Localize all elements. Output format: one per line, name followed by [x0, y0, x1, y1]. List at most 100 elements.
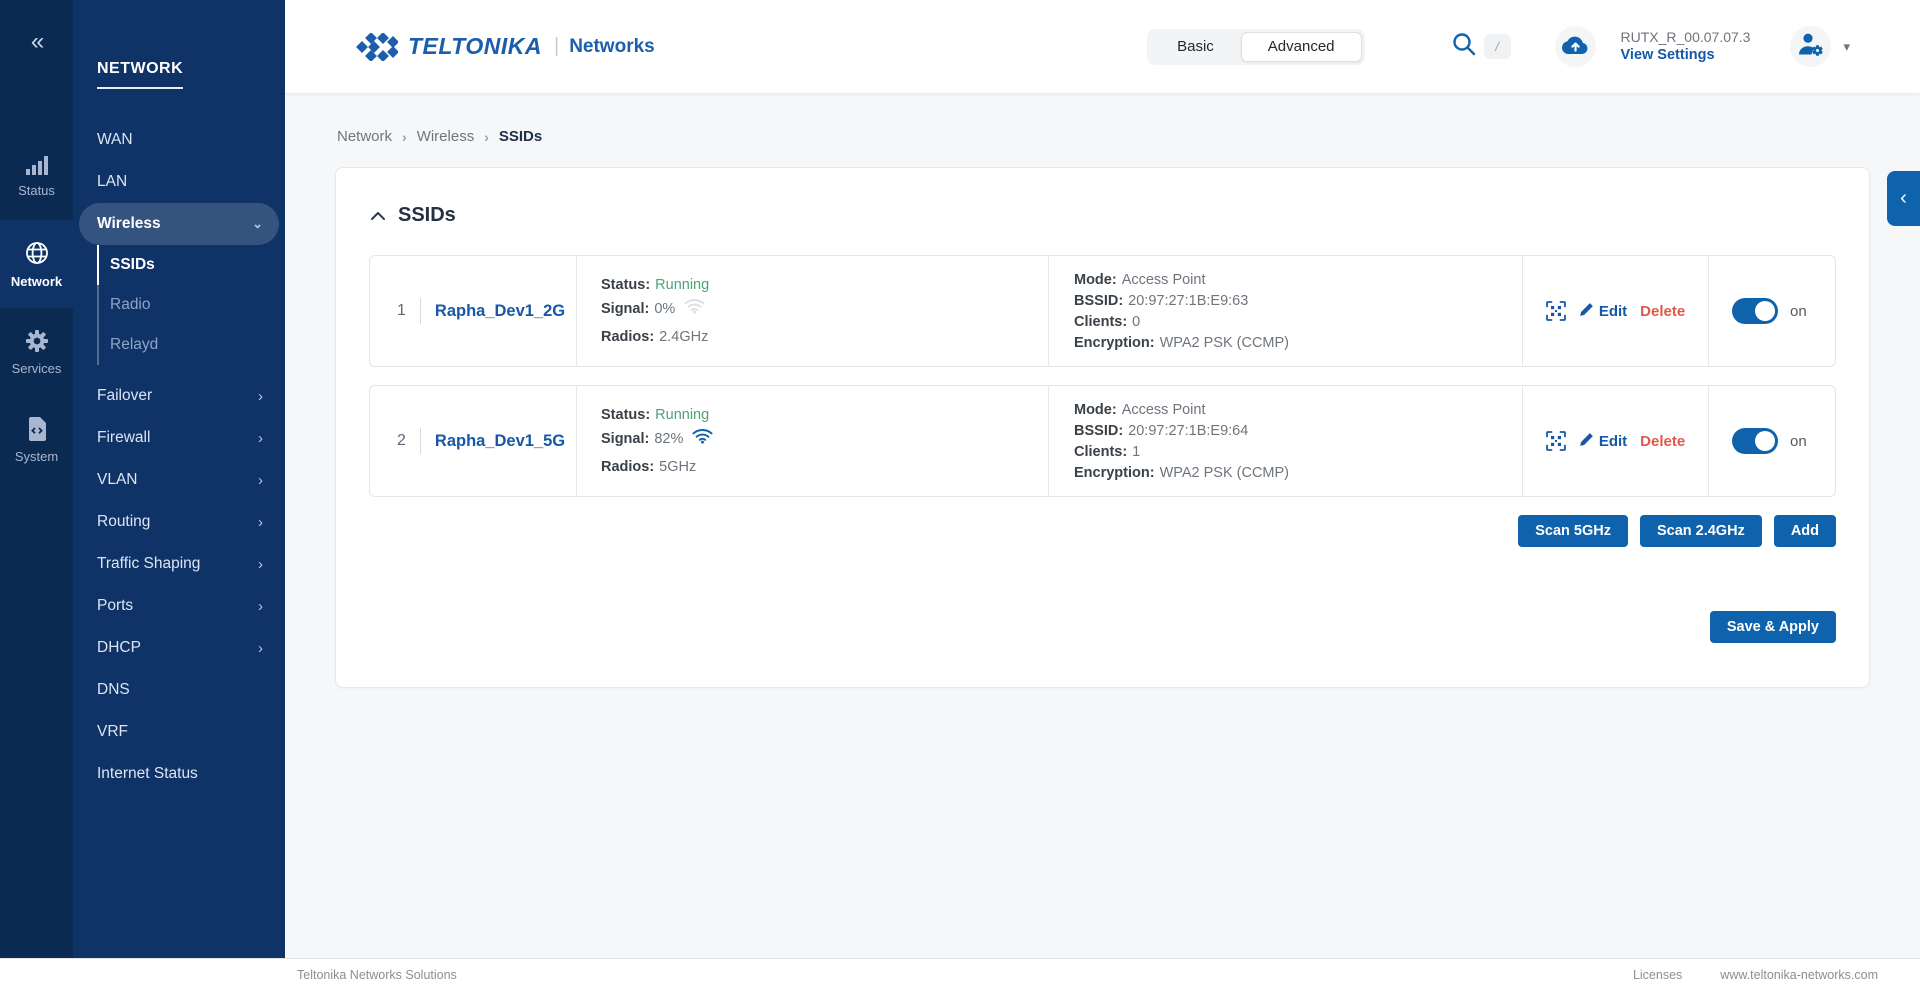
clients-value: 0: [1132, 312, 1140, 332]
icon-rail: « Status: [0, 0, 73, 958]
side-panel-toggle[interactable]: ‹: [1887, 171, 1920, 226]
rail-item-status[interactable]: Status: [0, 132, 73, 220]
scan-5ghz-button[interactable]: Scan 5GHz: [1518, 515, 1628, 547]
chevron-right-icon: ›: [484, 129, 489, 145]
rail-label-status: Status: [18, 183, 55, 198]
scan-24ghz-button[interactable]: Scan 2.4GHz: [1640, 515, 1762, 547]
radios-label: Radios:: [601, 457, 654, 477]
chevron-right-icon: ›: [258, 472, 263, 489]
row-index: 1: [397, 302, 406, 320]
status-value: Running: [655, 275, 709, 295]
pencil-icon: [1579, 302, 1594, 321]
view-settings-link[interactable]: View Settings: [1621, 46, 1751, 64]
ssid-name-link[interactable]: Rapha_Dev1_5G: [435, 432, 565, 451]
rail-item-services[interactable]: Services: [0, 308, 73, 396]
ssid-name-link[interactable]: Rapha_Dev1_2G: [435, 302, 565, 321]
save-apply-button[interactable]: Save & Apply: [1710, 611, 1836, 643]
rail-item-network[interactable]: Network: [0, 220, 73, 308]
network-sidebar: NETWORK WAN LAN Wireless ⌄ SSIDs Radio R…: [73, 0, 285, 958]
ssid-enable-toggle[interactable]: [1732, 428, 1778, 454]
breadcrumb-network[interactable]: Network: [337, 128, 392, 145]
licenses-link[interactable]: Licenses: [1633, 968, 1682, 982]
search-shortcut-hint: /: [1484, 34, 1511, 59]
encryption-value: WPA2 PSK (CCMP): [1160, 463, 1289, 483]
cloud-upload-icon: [1562, 34, 1589, 60]
sidebar-item-firewall[interactable]: Firewall›: [73, 417, 285, 459]
sidebar-item-ports[interactable]: Ports›: [73, 585, 285, 627]
sidebar-item-radio[interactable]: Radio: [97, 285, 285, 325]
ssid-row: 1 Rapha_Dev1_2G Status: Running Signal: …: [369, 255, 1836, 367]
sidebar-item-wan[interactable]: WAN: [73, 119, 285, 161]
collapse-sidebar-button[interactable]: «: [0, 0, 73, 84]
rail-label-services: Services: [12, 361, 62, 376]
sidebar-item-relayd[interactable]: Relayd: [97, 325, 285, 365]
bssid-label: BSSID:: [1074, 291, 1123, 311]
edit-button[interactable]: Edit: [1579, 432, 1627, 451]
ssids-section-header[interactable]: SSIDs: [371, 204, 1836, 227]
radios-value: 2.4GHz: [659, 327, 708, 347]
sidebar-item-ssids[interactable]: SSIDs: [97, 245, 285, 285]
chevron-down-icon: ⌄: [252, 216, 263, 232]
sidebar-item-lan[interactable]: LAN: [73, 161, 285, 203]
globe-icon: [23, 239, 51, 267]
toggle-state-label: on: [1790, 433, 1807, 450]
footer-brand-text: Teltonika Networks Solutions: [297, 968, 457, 982]
qr-code-button[interactable]: [1546, 301, 1566, 321]
rms-cloud-button[interactable]: [1555, 26, 1596, 67]
rail-label-system: System: [15, 449, 58, 464]
sidebar-item-vrf[interactable]: VRF: [73, 711, 285, 753]
website-link[interactable]: www.teltonika-networks.com: [1720, 968, 1878, 982]
mode-toggle: Basic Advanced: [1147, 29, 1364, 65]
top-header: TELTONIKA | Networks Basic Advanced: [285, 0, 1920, 94]
chevron-right-icon: ›: [258, 598, 263, 615]
mode-value: Access Point: [1122, 400, 1206, 420]
user-menu-button[interactable]: [1790, 26, 1831, 67]
rail-item-system[interactable]: System: [0, 396, 73, 484]
page-footer: Teltonika Networks Solutions Licenses ww…: [0, 958, 1920, 991]
divider: [420, 298, 421, 324]
sidebar-item-internet-status[interactable]: Internet Status: [73, 753, 285, 795]
teltonika-logo: TELTONIKA | Networks: [352, 33, 655, 61]
sidebar-item-routing[interactable]: Routing›: [73, 501, 285, 543]
signal-value: 0%: [654, 299, 675, 319]
page-content: ‹ Network › Wireless › SSIDs SSIDs: [285, 94, 1920, 958]
signal-value: 82%: [654, 429, 683, 449]
sidebar-item-dns[interactable]: DNS: [73, 669, 285, 711]
breadcrumb-current: SSIDs: [499, 128, 542, 145]
mode-label: Mode:: [1074, 400, 1117, 420]
chevron-right-icon: ›: [258, 556, 263, 573]
teltonika-logo-mark: [352, 33, 398, 61]
add-button[interactable]: Add: [1774, 515, 1836, 547]
mode-basic-button[interactable]: Basic: [1150, 32, 1241, 62]
device-name: RUTX_R_00.07.07.3: [1621, 29, 1751, 47]
signal-bars-icon: [24, 154, 50, 176]
qr-code-button[interactable]: [1546, 431, 1566, 451]
search-button[interactable]: /: [1451, 31, 1511, 62]
sidebar-item-dhcp[interactable]: DHCP›: [73, 627, 285, 669]
sim-card-icon: [26, 416, 48, 442]
toggle-state-label: on: [1790, 303, 1807, 320]
mode-advanced-button[interactable]: Advanced: [1241, 32, 1362, 62]
ssid-row: 2 Rapha_Dev1_5G Status: Running Signal: …: [369, 385, 1836, 497]
edit-button[interactable]: Edit: [1579, 302, 1627, 321]
ssid-enable-toggle[interactable]: [1732, 298, 1778, 324]
user-gear-icon: [1797, 32, 1824, 62]
sidebar-item-wireless[interactable]: Wireless ⌄: [79, 203, 279, 245]
sidebar-item-vlan[interactable]: VLAN›: [73, 459, 285, 501]
search-icon: [1451, 31, 1477, 62]
encryption-label: Encryption:: [1074, 463, 1155, 483]
mode-value: Access Point: [1122, 270, 1206, 290]
delete-button[interactable]: Delete: [1640, 433, 1685, 450]
breadcrumb-wireless[interactable]: Wireless: [417, 128, 475, 145]
sidebar-item-failover[interactable]: Failover›: [73, 375, 285, 417]
sidebar-heading: NETWORK: [97, 60, 183, 89]
section-title: SSIDs: [398, 204, 456, 227]
delete-button[interactable]: Delete: [1640, 303, 1685, 320]
clients-label: Clients:: [1074, 442, 1127, 462]
breadcrumb: Network › Wireless › SSIDs: [337, 128, 1870, 145]
sidebar-item-traffic-shaping[interactable]: Traffic Shaping›: [73, 543, 285, 585]
divider: [420, 428, 421, 454]
bssid-label: BSSID:: [1074, 421, 1123, 441]
user-menu-chevron-icon[interactable]: ▾: [1843, 39, 1850, 55]
chevron-right-icon: ›: [258, 640, 263, 657]
